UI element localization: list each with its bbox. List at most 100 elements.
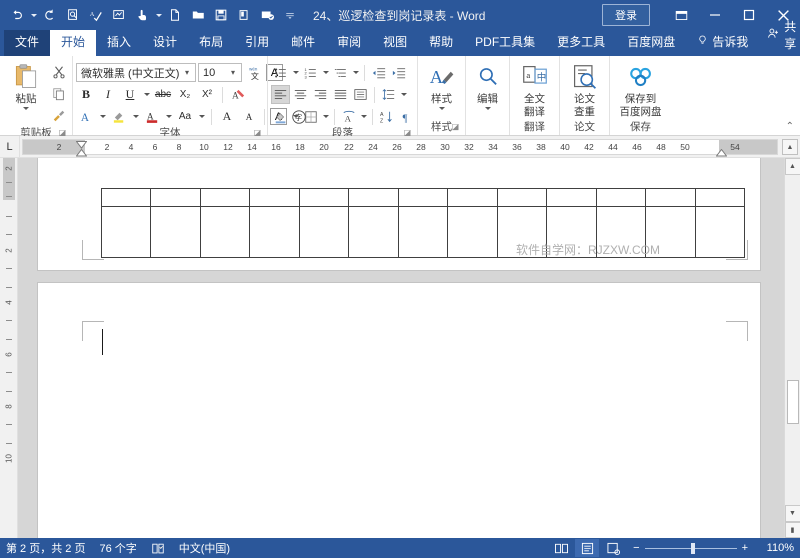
table-cell[interactable] [150, 206, 201, 258]
phonetic-guide-icon[interactable]: wén 文 [244, 63, 264, 82]
table-cell[interactable] [447, 188, 498, 207]
increase-indent-button[interactable] [389, 63, 408, 82]
undo-dropdown-caret-icon[interactable] [29, 3, 38, 27]
tab-layout[interactable]: 布局 [188, 30, 234, 56]
scroll-up-button[interactable]: ▲ [784, 158, 800, 175]
multilevel-caret-icon[interactable] [351, 63, 360, 82]
split-window-button[interactable]: ▮ [784, 522, 800, 538]
bullets-button[interactable] [271, 63, 290, 82]
table-cell[interactable] [497, 188, 547, 207]
highlight-color-caret-icon[interactable] [131, 107, 140, 126]
zoom-slider-track[interactable] [644, 542, 737, 554]
align-right-button[interactable] [311, 85, 330, 104]
text-effects-button[interactable]: A [76, 107, 96, 126]
font-name-combobox[interactable]: 微软雅黑 (中文正文) ▾ [76, 63, 196, 82]
decrease-indent-button[interactable] [369, 63, 388, 82]
font-size-caret-icon[interactable]: ▾ [227, 68, 239, 77]
table-cell[interactable] [249, 188, 300, 207]
tab-home[interactable]: 开始 [50, 30, 97, 56]
text-effects-caret-icon[interactable] [98, 107, 107, 126]
save-icon[interactable] [210, 3, 232, 27]
tab-file[interactable]: 文件 [4, 30, 51, 56]
cut-icon[interactable] [49, 62, 69, 82]
vertical-scroll-thumb[interactable] [786, 380, 799, 424]
tab-help[interactable]: 帮助 [418, 30, 464, 56]
table-cell[interactable] [200, 206, 250, 258]
multilevel-list-button[interactable] [331, 63, 350, 82]
paste-dropdown-caret-icon[interactable] [23, 107, 29, 111]
web-layout-view-button[interactable] [601, 539, 625, 557]
justify-button[interactable] [331, 85, 350, 104]
spelling-check-icon[interactable]: A [85, 3, 107, 27]
touch-mode-dropdown-caret-icon[interactable] [154, 3, 163, 27]
bold-button[interactable]: B [76, 85, 96, 104]
change-case-caret-icon[interactable] [197, 107, 206, 126]
table-cell[interactable] [546, 188, 597, 207]
plagiarism-check-button[interactable]: 论文 查重 [563, 60, 606, 118]
table-cell[interactable] [150, 188, 201, 207]
line-spacing-caret-icon[interactable] [399, 85, 408, 104]
table-cell[interactable] [398, 188, 448, 207]
print-layout-view-button[interactable] [575, 539, 600, 557]
numbering-caret-icon[interactable] [321, 63, 330, 82]
underline-button[interactable]: U [120, 85, 140, 104]
line-spacing-button[interactable] [379, 85, 398, 104]
zoom-slider[interactable]: − + [633, 542, 748, 554]
styles-dialog-launcher-icon[interactable]: ◪ [451, 122, 460, 131]
tab-review[interactable]: 审阅 [326, 30, 372, 56]
zoom-out-button[interactable]: − [633, 542, 639, 554]
table-cell[interactable] [348, 188, 399, 207]
table-cell[interactable] [645, 188, 696, 207]
italic-button[interactable]: I [98, 85, 118, 104]
paragraph-text-effect-caret-icon[interactable] [359, 107, 368, 126]
paragraph-text-effect-button[interactable]: A [339, 107, 358, 126]
table-cell[interactable] [101, 188, 151, 207]
superscript-button[interactable]: X² [197, 85, 217, 104]
grow-font-button[interactable]: A [217, 107, 237, 126]
tab-baidu-netdisk[interactable]: 百度网盘 [616, 30, 686, 56]
copy-icon[interactable] [49, 84, 69, 104]
styles-button[interactable]: A 样式 [421, 60, 462, 111]
tab-more-tools[interactable]: 更多工具 [546, 30, 616, 56]
full-text-translate-button[interactable]: a中 全文 翻译 [513, 60, 556, 118]
horizontal-ruler-band[interactable]: 2 2 4 6 8 10 12 14 16 18 20 22 24 26 28 … [22, 139, 778, 155]
vertical-scrollbar[interactable]: ▲ ▼ ▮ [784, 158, 800, 538]
paste-button[interactable]: 粘贴 [3, 60, 49, 111]
undo-icon[interactable] [6, 3, 28, 27]
document-page-1[interactable]: 软件自学网：RJZXW.COM [38, 158, 760, 270]
ribbon-display-options-icon[interactable] [664, 0, 698, 30]
shading-button[interactable] [271, 107, 290, 126]
table-cell[interactable] [447, 206, 498, 258]
tab-insert[interactable]: 插入 [96, 30, 142, 56]
page-number-status[interactable]: 第 2 页，共 2 页 [6, 540, 85, 556]
tab-mailings[interactable]: 邮件 [280, 30, 326, 56]
format-painter-icon[interactable] [233, 3, 255, 27]
language-status[interactable]: 中文(中国) [179, 540, 230, 556]
align-left-button[interactable] [271, 85, 290, 104]
scroll-down-button[interactable]: ▼ [784, 505, 800, 522]
clear-all-formatting-icon[interactable]: A [228, 85, 248, 104]
redo-icon[interactable] [39, 3, 61, 27]
word-count-status[interactable]: 76 个字 [99, 540, 136, 556]
tab-tell-me[interactable]: 告诉我 [686, 30, 759, 56]
font-color-button[interactable]: A [142, 107, 162, 126]
touch-mode-icon[interactable] [131, 3, 153, 27]
zoom-in-button[interactable]: + [742, 542, 748, 554]
minimize-icon[interactable] [698, 0, 732, 30]
font-size-combobox[interactable]: 10 ▾ [198, 63, 242, 82]
customize-quick-access-toolbar-icon[interactable] [279, 3, 301, 27]
table-row[interactable] [101, 188, 745, 207]
subscript-button[interactable]: X₂ [175, 85, 195, 104]
table-cell[interactable] [299, 206, 349, 258]
table-cell[interactable] [398, 206, 448, 258]
print-preview-icon[interactable] [62, 3, 84, 27]
distributed-align-button[interactable] [351, 85, 370, 104]
bullets-caret-icon[interactable] [291, 63, 300, 82]
underline-caret-icon[interactable] [142, 85, 151, 104]
borders-button[interactable] [301, 107, 320, 126]
tab-references[interactable]: 引用 [234, 30, 280, 56]
editing-dropdown-caret-icon[interactable] [484, 107, 491, 111]
shading-caret-icon[interactable] [291, 107, 300, 126]
table-cell[interactable] [249, 206, 300, 258]
tab-pdf-tools[interactable]: PDF工具集 [464, 30, 546, 56]
